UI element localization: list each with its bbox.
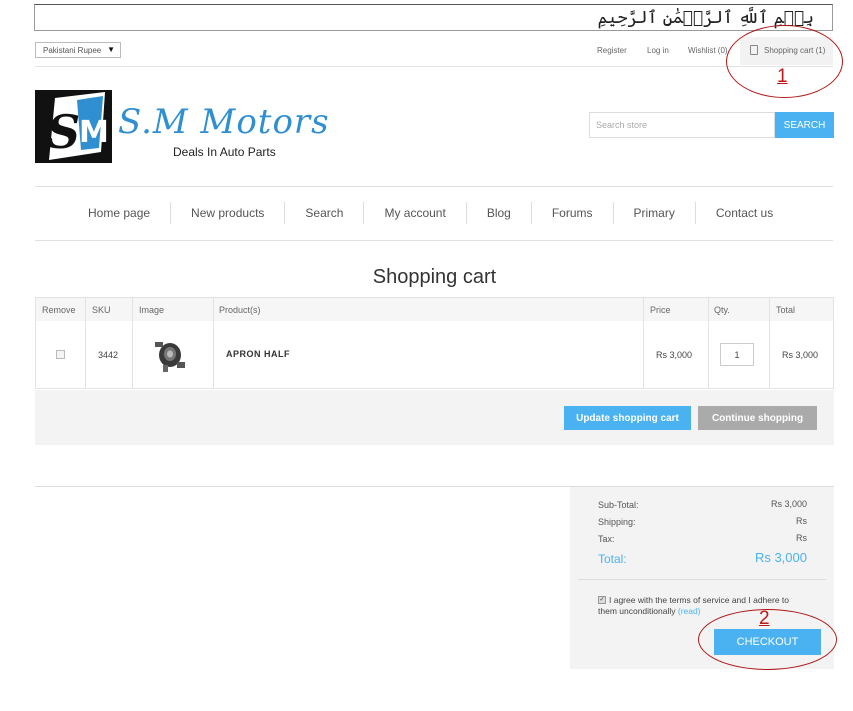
logo-wordmark[interactable]: S.M Motors	[118, 102, 330, 142]
column-divider	[85, 298, 86, 388]
header-divider	[35, 66, 833, 67]
cart-table: Remove SKU Image Product(s) Price Qty. T…	[35, 297, 834, 389]
subtotal-label: Sub-Total:	[598, 500, 639, 510]
quantity-input[interactable]	[720, 343, 754, 366]
search-button[interactable]: SEARCH	[775, 112, 834, 138]
row-price: Rs 3,000	[656, 350, 693, 360]
column-header-remove: Remove	[42, 305, 76, 315]
nav-item-my-account[interactable]: My account	[364, 202, 467, 224]
row-total: Rs 3,000	[782, 350, 819, 360]
column-header-qty: Qty.	[714, 305, 730, 315]
subtotal-value: Rs 3,000	[770, 499, 807, 509]
column-header-product: Product(s)	[219, 305, 261, 315]
nav-item-primary[interactable]: Primary	[614, 202, 696, 224]
terms-read-link[interactable]: (read)	[678, 606, 701, 616]
nav-item-home[interactable]: Home page	[68, 202, 172, 224]
nav-item-blog[interactable]: Blog	[467, 202, 532, 224]
nav-divider-bottom	[35, 240, 833, 241]
tax-label: Tax:	[598, 534, 615, 544]
shipping-value: Rs	[796, 516, 807, 526]
column-header-image: Image	[139, 305, 165, 315]
svg-text:S: S	[47, 105, 80, 159]
continue-shopping-button[interactable]: Continue shopping	[698, 406, 817, 430]
nav-divider-top	[35, 186, 833, 187]
row-product-name[interactable]: APRON HALF	[226, 349, 290, 359]
dropdown-arrow-icon: ▼	[107, 45, 115, 54]
column-divider	[643, 298, 644, 388]
column-divider	[708, 298, 709, 388]
wishlist-link[interactable]: Wishlist (0)	[688, 46, 728, 55]
totals-divider	[578, 579, 826, 580]
currency-selected-value: Pakistani Rupee	[43, 46, 102, 55]
order-total-label: Total:	[598, 552, 627, 566]
column-header-price: Price	[650, 305, 671, 315]
annotation-number-2: 2	[759, 608, 770, 629]
logo-icon[interactable]: S M	[35, 90, 112, 163]
column-header-total: Total	[776, 305, 796, 315]
main-navigation: Home page New products Search My account…	[68, 201, 793, 225]
shipping-label: Shipping:	[598, 517, 636, 527]
update-cart-button[interactable]: Update shopping cart	[564, 406, 691, 430]
column-divider	[132, 298, 133, 388]
nav-item-search[interactable]: Search	[285, 202, 365, 224]
column-divider	[213, 298, 214, 388]
order-total-value: Rs 3,000	[754, 550, 807, 565]
annotation-number-1: 1	[777, 66, 788, 87]
nav-item-new-products[interactable]: New products	[171, 202, 286, 224]
product-image[interactable]	[149, 334, 191, 376]
column-divider	[769, 298, 770, 388]
login-link[interactable]: Log in	[647, 46, 669, 55]
calligraphy-banner: بِسۡمِ ٱللَّهِ ٱلرَّحۡمَٰنِ ٱلرَّحِيمِ	[34, 4, 833, 31]
currency-select[interactable]: Pakistani Rupee ▼	[35, 42, 121, 58]
svg-text:M: M	[79, 115, 109, 150]
column-header-sku: SKU	[92, 305, 111, 315]
row-sku: 3442	[98, 350, 119, 360]
search-input[interactable]	[589, 112, 775, 138]
cart-actions-bar: Update shopping cart Continue shopping	[35, 390, 834, 445]
cart-table-header: Remove SKU Image Product(s) Price Qty. T…	[36, 298, 833, 321]
page-title: Shopping cart	[372, 266, 497, 288]
nav-item-forums[interactable]: Forums	[532, 202, 614, 224]
register-link[interactable]: Register	[597, 46, 627, 55]
logo-tagline: Deals In Auto Parts	[173, 145, 276, 159]
nav-item-contact-us[interactable]: Contact us	[696, 202, 793, 224]
remove-checkbox[interactable]	[56, 350, 65, 359]
tax-value: Rs	[796, 533, 807, 543]
